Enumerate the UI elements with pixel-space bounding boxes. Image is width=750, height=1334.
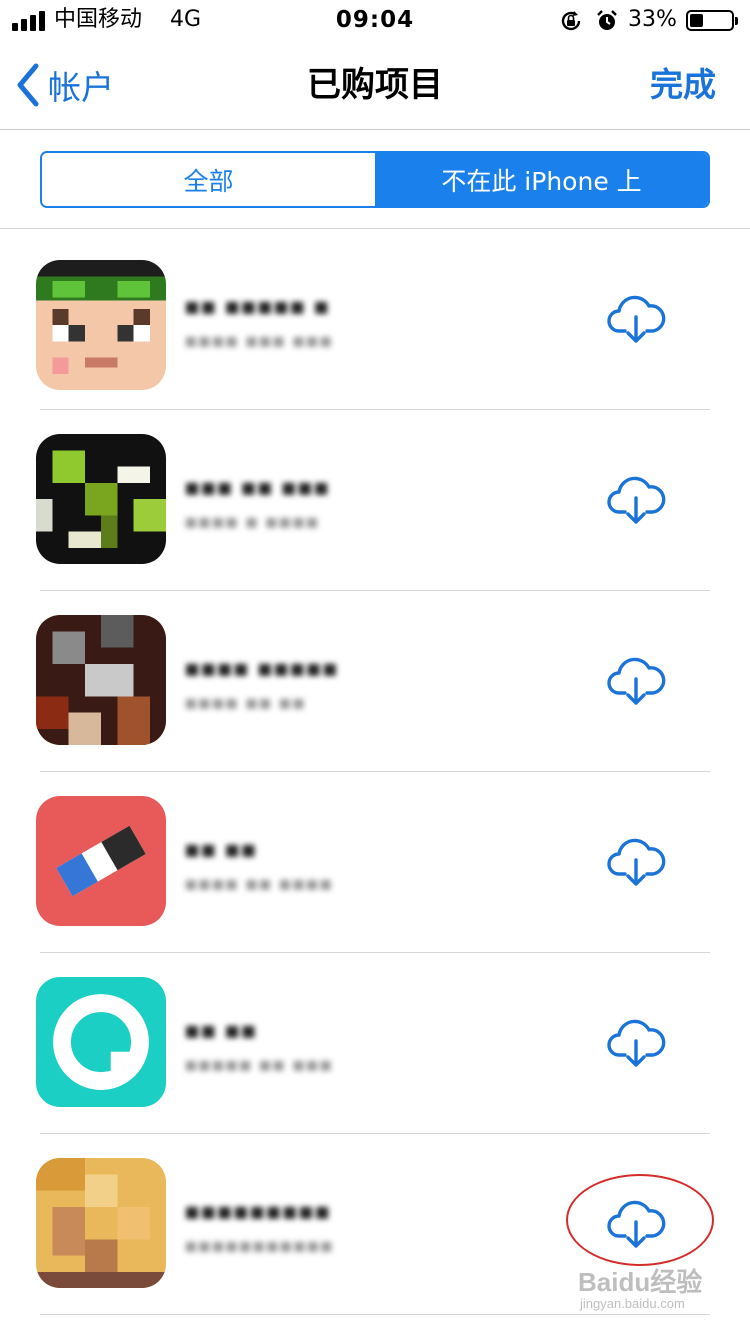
app-icon <box>36 796 166 926</box>
watermark: Baidu经验 jingyan.baidu.com <box>578 1262 738 1322</box>
list-item[interactable]: ▪▪▪▪ ▪▪▪▪▪ ▪▪▪▪ ▪▪ ▪▪ <box>0 591 750 772</box>
cloud-download-icon[interactable] <box>606 293 666 345</box>
done-button[interactable]: 完成 <box>650 62 716 108</box>
app-subtitle: ▪▪▪▪ ▪▪▪ ▪▪▪ <box>184 328 333 352</box>
watermark-url: jingyan.baidu.com <box>580 1296 685 1311</box>
app-name: ▪▪▪▪▪▪▪▪▪ <box>184 1197 331 1225</box>
battery-icon <box>686 10 738 31</box>
app-name: ▪▪ ▪▪ <box>184 1016 257 1044</box>
status-bar: 中国移动 4G 09:04 33% <box>0 0 750 40</box>
app-icon <box>36 434 166 564</box>
page-title: 已购项目 <box>307 65 443 105</box>
segment-all[interactable]: 全部 <box>42 153 375 206</box>
app-name: ▪▪▪▪ ▪▪▪▪▪ <box>184 654 339 682</box>
alarm-clock-icon <box>597 10 617 30</box>
rotation-lock-icon <box>561 11 581 31</box>
annotation-circle <box>566 1174 714 1266</box>
cloud-download-icon[interactable] <box>606 836 666 888</box>
list-item[interactable]: ▪▪▪ ▪▪ ▪▪▪ ▪▪▪▪ ▪ ▪▪▪▪ <box>0 410 750 591</box>
navigation-bar: 帐户 已购项目 完成 <box>0 40 750 130</box>
app-subtitle: ▪▪▪▪▪ ▪▪ ▪▪▪ <box>184 1052 333 1076</box>
cloud-download-icon[interactable] <box>606 655 666 707</box>
list-item[interactable]: ▪▪ ▪▪▪▪▪ ▪ ▪▪▪▪ ▪▪▪ ▪▪▪ <box>0 229 750 410</box>
battery-fill <box>690 14 703 27</box>
app-name: ▪▪ ▪▪▪▪▪ ▪ <box>184 292 330 320</box>
purchase-filter-segmented-control: 全部 不在此 iPhone 上 <box>40 151 710 208</box>
list-item[interactable]: ▪▪ ▪▪ ▪▪▪▪▪ ▪▪ ▪▪▪ <box>0 953 750 1134</box>
app-icon <box>36 615 166 745</box>
watermark-brand: Baidu经验 <box>578 1267 703 1297</box>
list-item[interactable]: ▪▪ ▪▪ ▪▪▪▪ ▪▪ ▪▪▪▪ <box>0 772 750 953</box>
app-icon <box>36 1158 166 1288</box>
app-subtitle: ▪▪▪▪▪▪▪▪▪▪▪ <box>184 1233 334 1257</box>
app-name: ▪▪ ▪▪ <box>184 835 257 863</box>
cloud-download-icon[interactable] <box>606 1017 666 1069</box>
segment-not-on-iphone[interactable]: 不在此 iPhone 上 <box>375 153 708 206</box>
app-icon <box>36 977 166 1107</box>
app-subtitle: ▪▪▪▪ ▪▪ ▪▪ <box>184 690 306 714</box>
battery-percent: 33% <box>628 7 677 32</box>
app-subtitle: ▪▪▪▪ ▪ ▪▪▪▪ <box>184 509 319 533</box>
app-name: ▪▪▪ ▪▪ ▪▪▪ <box>184 473 330 501</box>
app-icon <box>36 260 166 390</box>
cloud-download-icon[interactable] <box>606 474 666 526</box>
app-subtitle: ▪▪▪▪ ▪▪ ▪▪▪▪ <box>184 871 333 895</box>
